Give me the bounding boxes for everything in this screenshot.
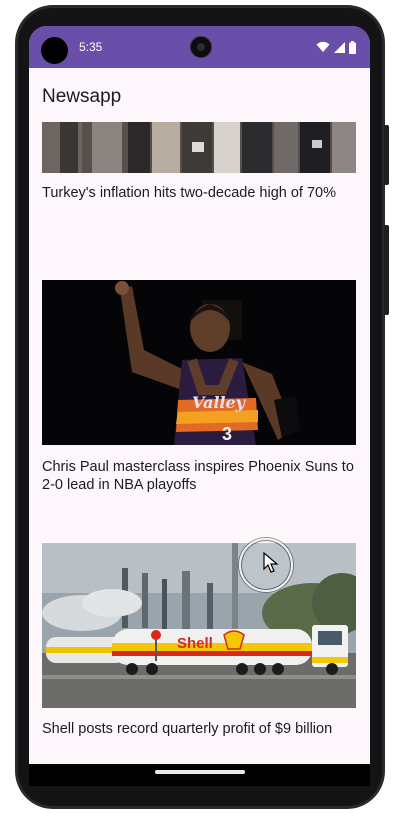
- status-bar: 5:35: [29, 26, 370, 68]
- jersey-text: Valley: [192, 393, 247, 412]
- app-title: Newsapp: [42, 86, 122, 107]
- status-time: 5:35: [79, 40, 103, 54]
- article-headline[interactable]: Chris Paul masterclass inspires Phoenix …: [42, 458, 356, 494]
- cursor-arrow-icon: [263, 552, 279, 573]
- article-image-protest-crowd[interactable]: [42, 122, 356, 173]
- volume-button: [384, 125, 389, 185]
- home-gesture-handle[interactable]: [155, 770, 245, 774]
- article-image-basketball-player[interactable]: Valley 3: [42, 280, 356, 445]
- touch-indicator: [239, 538, 293, 592]
- power-button: [384, 225, 389, 315]
- news-feed[interactable]: Turkey's inflation hits two-decade high …: [29, 122, 370, 762]
- front-camera: [190, 36, 212, 58]
- signal-icon: [334, 41, 345, 53]
- article-headline[interactable]: Shell posts record quarterly profit of $…: [42, 720, 356, 738]
- wifi-icon: [316, 41, 330, 52]
- article-image-shell-truck[interactable]: Shell: [42, 543, 356, 708]
- battery-icon: [349, 40, 356, 54]
- phone-screen: 5:35 Newsapp Turkey's inflation hits two…: [29, 26, 370, 786]
- navigation-bar: [29, 764, 370, 786]
- camera-cutout: [41, 37, 68, 64]
- status-icons: [316, 40, 356, 54]
- article-headline[interactable]: Turkey's inflation hits two-decade high …: [42, 184, 356, 202]
- truck-logo-text: Shell: [177, 635, 213, 652]
- top-app-bar: Newsapp: [29, 68, 370, 122]
- jersey-number: 3: [222, 424, 232, 444]
